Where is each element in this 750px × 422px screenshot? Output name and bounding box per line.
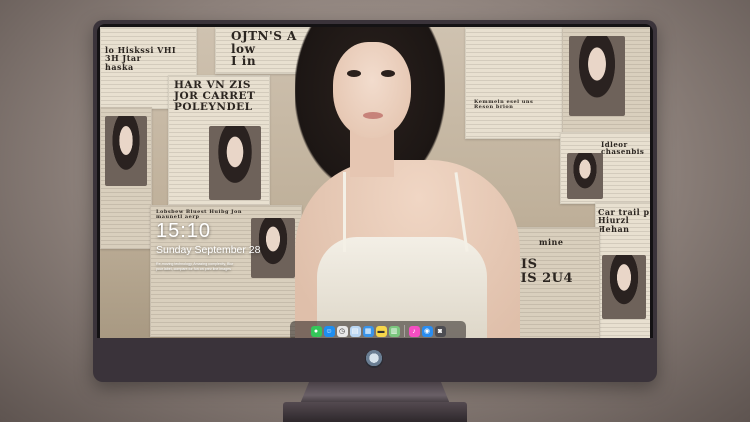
lockscreen-date: Sunday September 28: [156, 244, 261, 256]
clipping-photo: [567, 153, 603, 199]
dock-separator: [403, 325, 405, 337]
lockscreen-time: 15:10: [156, 220, 212, 242]
headline-text: Car trail p Hiurzl Яehan: [598, 207, 650, 234]
music-icon[interactable]: ♪: [408, 325, 420, 337]
headline-text: ZIS LIS 2U4: [511, 257, 574, 286]
clipping-photo: [569, 36, 625, 116]
portrait-eye: [347, 70, 361, 77]
dock: ● ☺ ◷ ▤ ▦ ▬ ▥ ♪ ◉ ◙: [290, 321, 466, 338]
photos-icon[interactable]: ▥: [388, 325, 400, 337]
newspaper-clipping: Car trail p Hiurzl Яehan: [595, 202, 650, 338]
messages-icon[interactable]: ●: [310, 325, 322, 337]
portrait-face: [333, 42, 411, 138]
monitor-logo-icon: [365, 350, 383, 368]
lock-screen[interactable]: lo Hiskssi VHI 3H Jtar haska HAR VN ZIS …: [100, 27, 650, 338]
headline-text: Lobsbew Bluest Huibg Jon maunetl aerp: [156, 209, 243, 221]
clipping-photo: [209, 126, 261, 200]
monitor-stand-neck: [300, 382, 450, 404]
monitor-bezel: lo Hiskssi VHI 3H Jtar haska HAR VN ZIS …: [97, 24, 653, 338]
monitor: lo Hiskssi VHI 3H Jtar haska HAR VN ZIS …: [93, 20, 657, 382]
newspaper-clipping: [562, 27, 650, 139]
headline-text: Idleor chasenbis: [601, 140, 645, 157]
lockscreen-note: Re-moving technology, Amazing complexity…: [156, 262, 264, 272]
finder-icon[interactable]: ☺: [323, 325, 335, 337]
camera-icon[interactable]: ◙: [434, 325, 446, 337]
headline-text: HAR VN ZIS JOR CARRET POLEYNDEL: [174, 79, 256, 114]
note-line: your label, compare for fun on prev line…: [156, 267, 231, 271]
newspaper-clipping: HAR VN ZIS JOR CARRET POLEYNDEL: [168, 75, 270, 207]
headline-text: OJTN'S A low I in: [231, 29, 297, 69]
clipping-photo: [105, 116, 147, 186]
clock-icon[interactable]: ◷: [336, 325, 348, 337]
claquette-icon[interactable]: ▦: [362, 325, 374, 337]
newspaper-clipping: Idleor chasenbis: [560, 132, 650, 204]
monitor-stand-base: [283, 402, 467, 422]
headline-text: lo Hiskssi VHI 3H Jtar haska: [105, 45, 177, 72]
preview-icon[interactable]: ▤: [349, 325, 361, 337]
safari-icon[interactable]: ◉: [421, 325, 433, 337]
clipping-photo: [602, 255, 646, 319]
newspaper-clipping: [100, 107, 152, 249]
portrait-lips: [363, 112, 383, 119]
portrait-eye: [381, 70, 395, 77]
headline-text: mine: [539, 237, 564, 247]
dress-strap: [343, 172, 346, 252]
wallpaper-portrait: [295, 27, 520, 338]
notes-icon[interactable]: ▬: [375, 325, 387, 337]
